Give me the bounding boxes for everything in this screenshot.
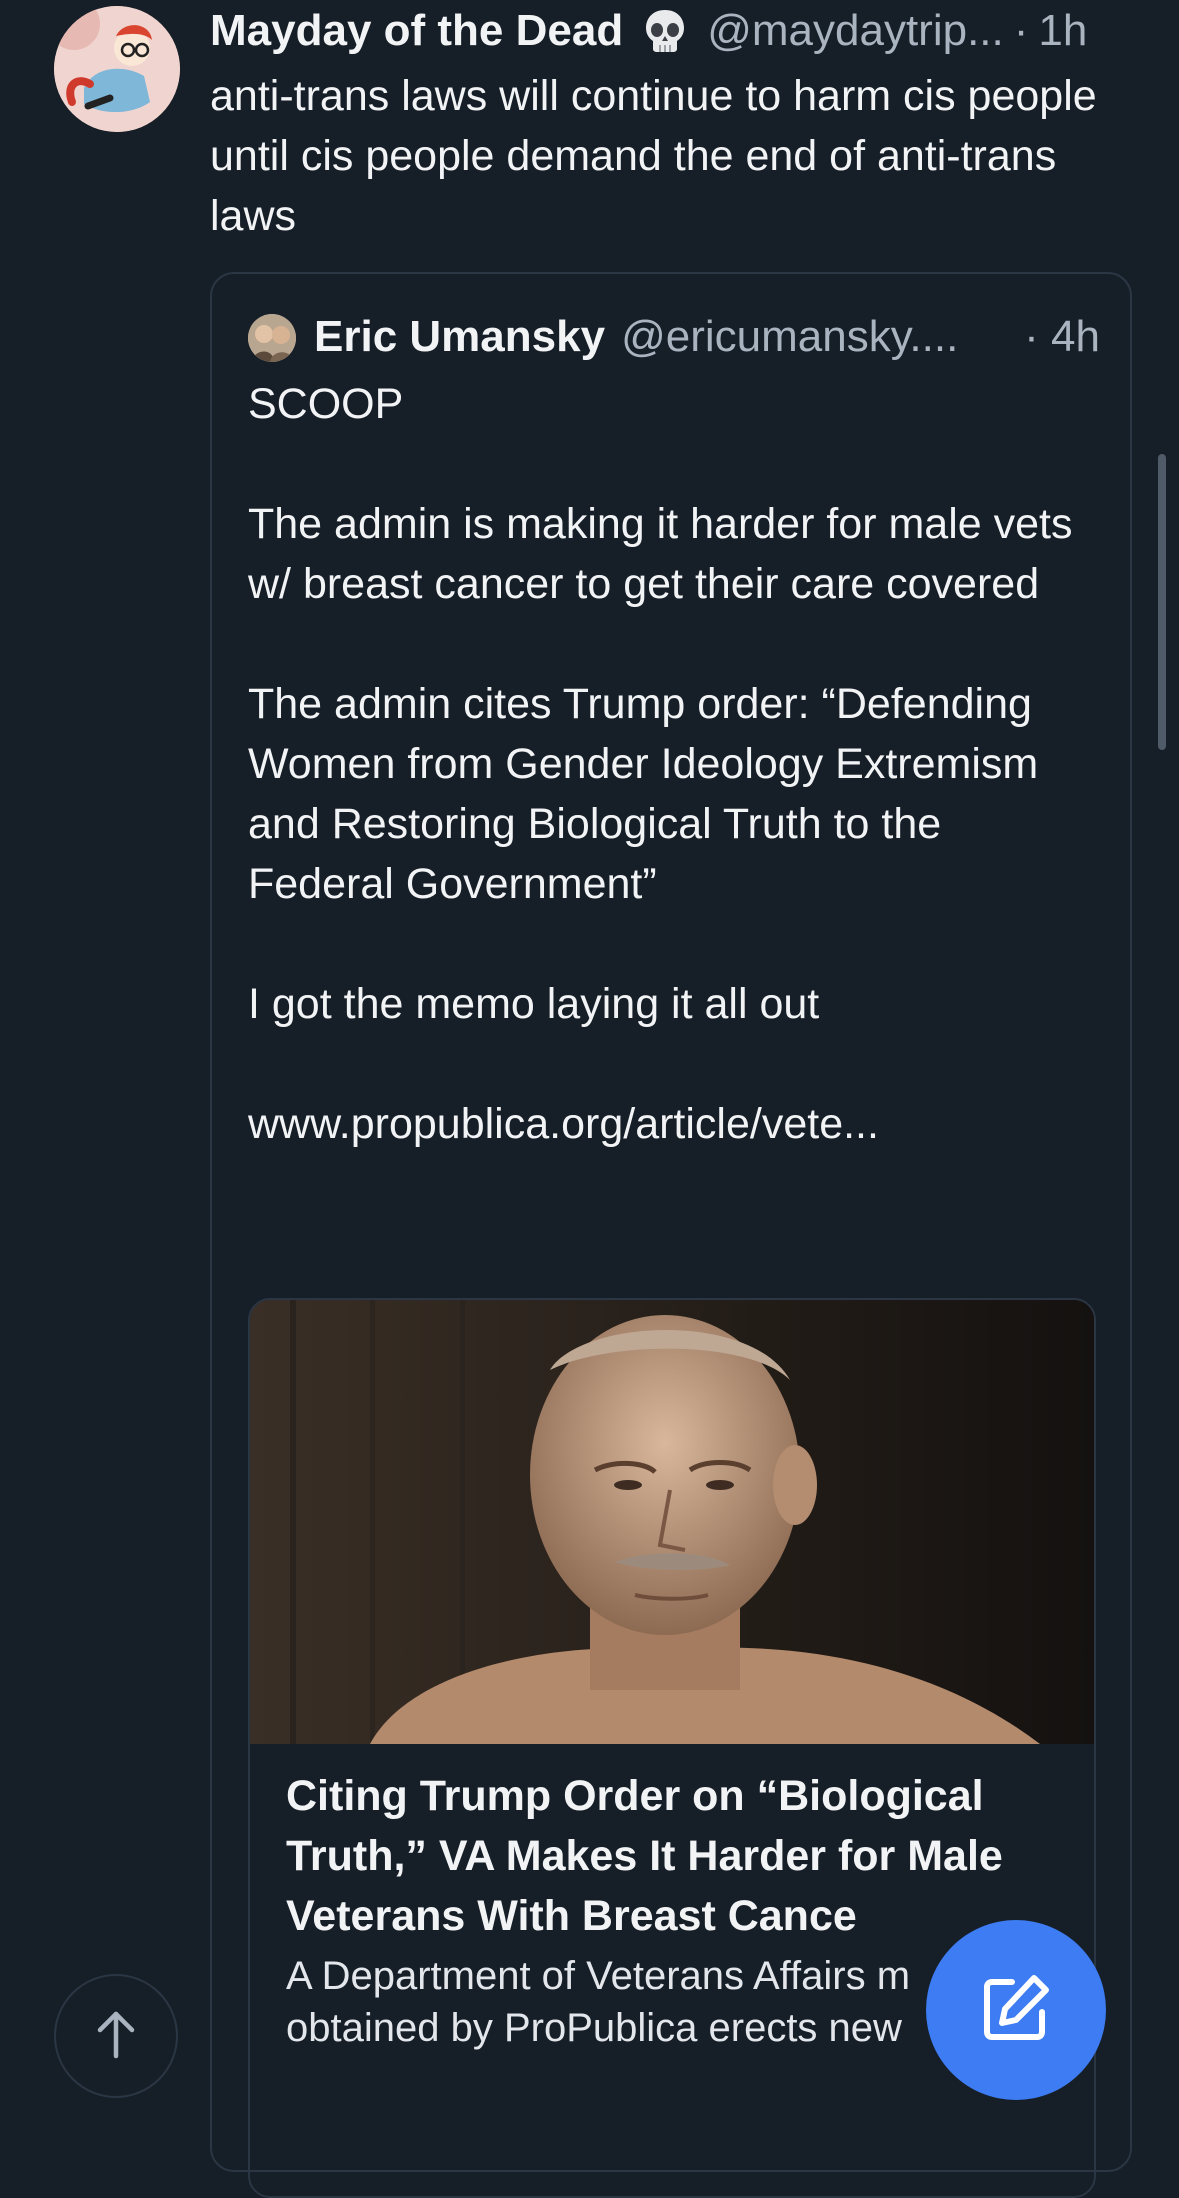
scroll-to-top-button[interactable]	[54, 1974, 178, 2098]
quoted-author-avatar[interactable]	[248, 314, 296, 362]
separator-dot: ·	[1013, 6, 1029, 55]
post-header: Mayday of the Dead @maydaytrip... · 1h	[210, 0, 1179, 62]
author-handle[interactable]: @maydaytrip...	[707, 6, 1004, 56]
author-avatar[interactable]	[54, 6, 180, 132]
post-timestamp[interactable]: 1h	[1038, 6, 1087, 56]
quoted-author-display-name[interactable]: Eric Umansky	[314, 312, 605, 362]
arrow-up-icon	[94, 2008, 138, 2065]
scrollbar-thumb[interactable]	[1158, 454, 1166, 750]
quoted-post-text: SCOOP The admin is making it harder for …	[248, 380, 1073, 1148]
skull-emoji-icon	[641, 7, 689, 55]
quoted-post-timestamp[interactable]: · 4h	[1024, 312, 1100, 362]
quoted-author-handle[interactable]: @ericumansky....	[621, 312, 1024, 362]
link-preview-image	[250, 1300, 1094, 1744]
quoted-post-header: Eric Umansky @ericumansky.... · 4h	[314, 304, 1100, 370]
compose-pencil-icon	[978, 1970, 1054, 2051]
link-preview-title[interactable]: Citing Trump Order on “Biological Truth,…	[286, 1766, 1066, 1946]
post-text: anti-trans laws will continue to harm ci…	[210, 72, 1097, 240]
compose-button[interactable]	[926, 1920, 1106, 2100]
author-display-name[interactable]: Mayday of the Dead	[210, 6, 623, 56]
quoted-post-card[interactable]: Eric Umansky @ericumansky.... · 4h SCOOP…	[210, 272, 1132, 2198]
